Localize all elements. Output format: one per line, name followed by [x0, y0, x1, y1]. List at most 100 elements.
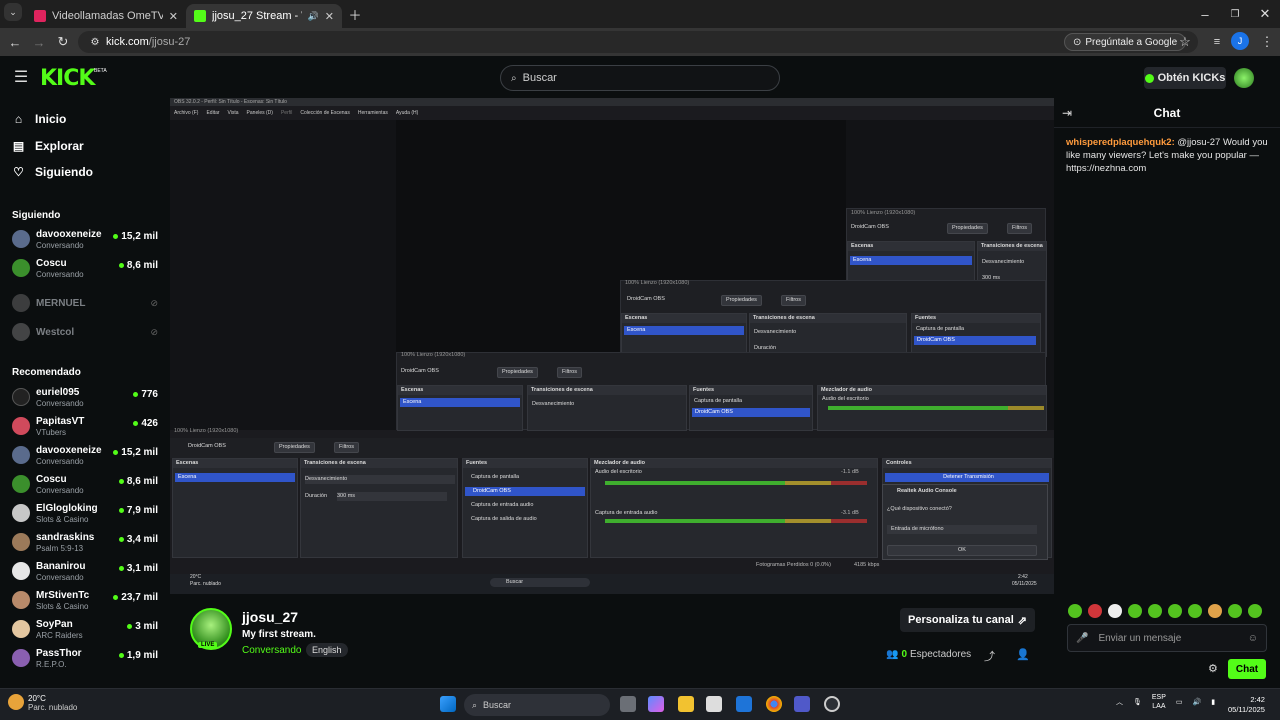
transition-select[interactable]: Desvanecimiento [305, 475, 455, 484]
search-input[interactable]: ⌕ Buscar [500, 65, 780, 91]
obs-menu-item[interactable]: Paneles (D) [247, 110, 273, 116]
site-info-icon[interactable]: ⚙ [84, 31, 106, 53]
chat-username[interactable]: whisperedplaquehquk2: [1066, 137, 1175, 148]
obs-menu-item[interactable]: Herramientas [358, 110, 388, 116]
store-icon[interactable] [706, 696, 722, 712]
source-item[interactable]: Captura de entrada audio [471, 501, 533, 510]
language-indicator[interactable]: ESP LAA [1152, 693, 1166, 711]
user-avatar[interactable] [1234, 68, 1254, 88]
channel-item[interactable]: euriel095 Conversando 776 [12, 386, 162, 412]
speaker-icon[interactable]: 🔊 [308, 11, 319, 22]
duration-input[interactable]: 300 ms [337, 492, 447, 501]
obs-menu-item[interactable]: Vista [228, 110, 239, 116]
close-tab-icon[interactable]: ✕ [169, 10, 178, 23]
chat-settings-gear-icon[interactable]: ⚙ [1208, 662, 1218, 675]
stop-stream-button[interactable]: Detener Transmisión [885, 473, 1049, 482]
stream-category-link[interactable]: Conversando [242, 645, 301, 656]
channel-item[interactable]: davooxeneize Conversando 15,2 mil [12, 228, 162, 254]
bookmark-star-icon[interactable]: ☆ [1174, 31, 1196, 53]
close-window-button[interactable]: ✕ [1254, 3, 1276, 25]
ask-google-button[interactable]: ⊙ Pregúntale a Google [1064, 33, 1187, 51]
browser-menu-icon[interactable]: ⋮ [1256, 31, 1278, 53]
network-icon[interactable]: ▭ [1176, 698, 1183, 706]
share-icon[interactable]: ⤴ [984, 648, 995, 664]
mail-icon[interactable] [736, 696, 752, 712]
channel-item-offline[interactable]: MERNUEL ⊘ [12, 292, 162, 318]
microphone-icon[interactable]: 🎤 [1076, 633, 1088, 644]
emote-icon[interactable] [1148, 604, 1162, 618]
emote-icon[interactable] [1188, 604, 1202, 618]
weather-widget[interactable]: 20°C Parc. nublado [8, 694, 77, 712]
tab-ometv[interactable]: Videollamadas OmeTV — Alter ✕ [26, 4, 186, 28]
copilot-icon[interactable] [648, 696, 664, 712]
obs-menu-item[interactable]: Editar [206, 110, 219, 116]
teams-icon[interactable] [794, 696, 810, 712]
channel-item[interactable]: Bananirou Conversando 3,1 mil [12, 560, 162, 586]
get-kicks-button[interactable]: Obtén KICKs [1144, 67, 1226, 89]
emote-icon[interactable] [1088, 604, 1102, 618]
tab-list-button[interactable]: ⌄ [4, 3, 22, 21]
file-explorer-icon[interactable] [678, 696, 694, 712]
emote-icon[interactable] [1228, 604, 1242, 618]
video-player[interactable]: OBS 32.0.2 - Perfil: Sin Título - Escena… [170, 98, 1054, 594]
scene-item[interactable]: Escena [175, 473, 295, 482]
source-item[interactable]: Captura de salida de audio [471, 515, 537, 524]
language-tag[interactable]: English [306, 643, 348, 657]
battery-icon[interactable]: ▮ [1211, 698, 1215, 706]
properties-button[interactable]: Propiedades [274, 442, 315, 453]
emoji-picker-icon[interactable]: ☺ [1248, 633, 1258, 644]
show-hidden-icons-icon[interactable]: ︿ [1116, 697, 1123, 707]
channel-item[interactable]: sandraskins Psalm 5:9-13 3,4 mil [12, 531, 162, 557]
source-item[interactable]: Captura de pantalla [471, 473, 519, 482]
channel-item[interactable]: Coscu Conversando 8,6 mil [12, 257, 162, 283]
channel-item[interactable]: Coscu Conversando 8,6 mil [12, 473, 162, 499]
sidebar-item-following[interactable]: ♡ Siguiendo [12, 165, 93, 179]
channel-item[interactable]: PapitasVT VTubers 426 [12, 415, 162, 441]
taskbar-clock[interactable]: 2:42 05/11/2025 [1228, 695, 1265, 715]
send-chat-button[interactable]: Chat [1228, 659, 1266, 679]
source-item-selected[interactable]: DroidCam OBS [465, 487, 585, 496]
emote-icon[interactable] [1248, 604, 1262, 618]
sidebar-item-browse[interactable]: ▤ Explorar [12, 139, 84, 153]
device-select[interactable]: Entrada de micrófono [887, 525, 1037, 534]
emote-icon[interactable] [1108, 604, 1122, 618]
customize-channel-button[interactable]: Personaliza tu canal ⇗ [900, 608, 1035, 632]
sidebar-item-home[interactable]: ⌂ Inicio [12, 112, 66, 126]
microphone-tray-icon[interactable]: 🎙 [1133, 698, 1142, 706]
add-user-icon[interactable]: 👤 [1016, 648, 1030, 661]
channel-item[interactable]: MrStivenTc Slots & Casino 23,7 mil [12, 589, 162, 615]
chat-message-input[interactable]: 🎤 Enviar un mensaje ☺ [1067, 624, 1267, 652]
profile-avatar[interactable]: J [1231, 32, 1249, 50]
hamburger-menu-icon[interactable]: ☰ [10, 66, 32, 88]
close-tab-icon[interactable]: ✕ [325, 10, 334, 23]
emote-icon[interactable] [1168, 604, 1182, 618]
tab-kick-stream[interactable]: jjosu_27 Stream - Watch Liv 🔊 ✕ [186, 4, 342, 28]
channel-item[interactable]: ElGlogloking Slots & Casino 7,9 mil [12, 502, 162, 528]
emote-icon[interactable] [1208, 604, 1222, 618]
obs-menu-item[interactable]: Colección de Escenas [300, 110, 349, 116]
channel-item[interactable]: PassThor R.E.P.O. 1,9 mil [12, 647, 162, 673]
reload-button[interactable]: ↻ [52, 31, 74, 53]
obs-menu-item[interactable]: Ayuda (H) [396, 110, 418, 116]
forward-button[interactable]: → [28, 31, 50, 53]
emote-icon[interactable] [1068, 604, 1082, 618]
channel-name[interactable]: jjosu_27 [242, 609, 298, 625]
chrome-icon[interactable] [766, 696, 782, 712]
channel-item[interactable]: davooxeneize Conversando 15,2 mil [12, 444, 162, 470]
task-view-icon[interactable] [620, 696, 636, 712]
address-bar[interactable]: ⚙ kick.com/jjosu-27 [78, 31, 1198, 53]
new-tab-button[interactable]: ＋ [344, 3, 366, 25]
windows-start-icon[interactable] [440, 696, 456, 712]
channel-item-offline[interactable]: Westcol ⊘ [12, 321, 162, 347]
volume-icon[interactable]: 🔊 [1193, 698, 1202, 706]
kick-logo[interactable]: KICK [40, 68, 95, 90]
back-button[interactable]: ← [4, 31, 26, 53]
dialog-ok-button[interactable]: OK [887, 545, 1037, 556]
emote-icon[interactable] [1128, 604, 1142, 618]
taskbar-search[interactable]: ⌕ Buscar [464, 694, 610, 716]
filters-button[interactable]: Filtros [334, 442, 359, 453]
obs-icon[interactable] [824, 696, 840, 712]
obs-menu-item[interactable]: Perfil [281, 110, 292, 116]
media-controls-icon[interactable]: ≡ [1206, 31, 1228, 53]
maximize-window-button[interactable]: ❐ [1224, 3, 1246, 25]
